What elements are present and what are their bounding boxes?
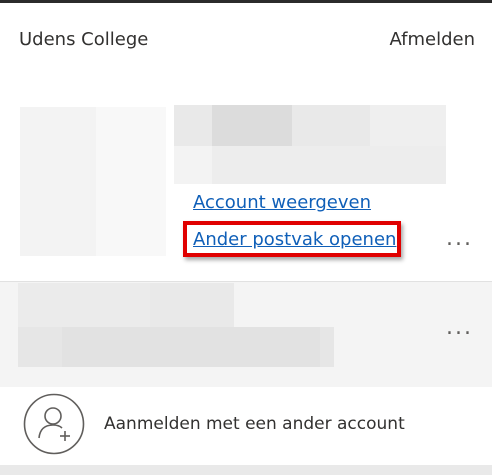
- secondary-account-more-options-button[interactable]: ...: [446, 315, 473, 340]
- view-account-link[interactable]: Account weergeven: [193, 192, 371, 213]
- highlight-box: [183, 221, 401, 257]
- bottom-border: [0, 465, 492, 475]
- primary-account-more-options-button[interactable]: ...: [446, 226, 473, 251]
- person-add-icon: [23, 393, 85, 455]
- primary-account-name-redacted-shade: [370, 105, 446, 146]
- primary-account-avatar-shade: [96, 107, 166, 256]
- secondary-account-avatar-redacted-shade: [18, 283, 150, 327]
- secondary-account-name-redacted-shade: [62, 327, 320, 367]
- primary-account-email-redacted-shade: [212, 146, 446, 184]
- sign-out-link[interactable]: Afmelden: [389, 29, 475, 50]
- top-border: [0, 0, 492, 3]
- primary-account-name-redacted-shade: [212, 105, 292, 146]
- organization-name: Udens College: [19, 29, 149, 50]
- sign-in-other-account-label: Aanmelden met een ander account: [104, 414, 405, 434]
